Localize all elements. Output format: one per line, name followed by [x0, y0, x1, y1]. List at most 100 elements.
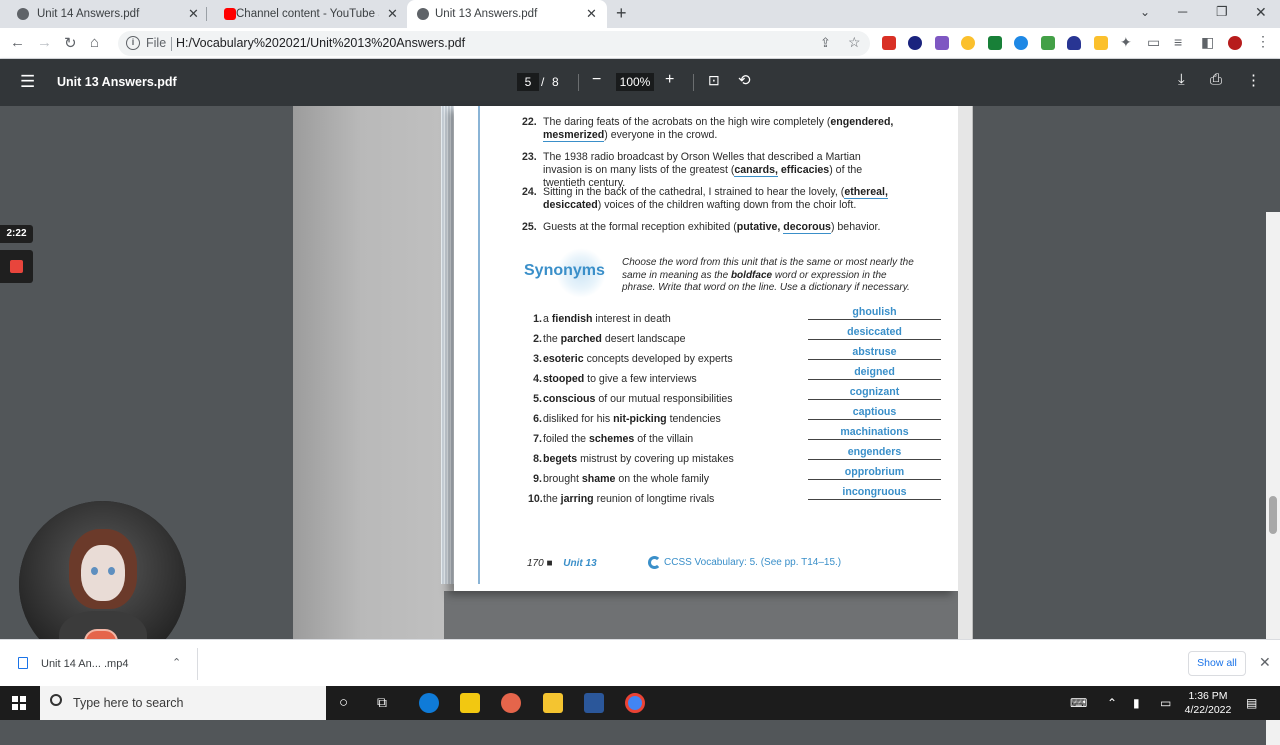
microphone-icon[interactable]: ▮ [1133, 696, 1140, 710]
synonym-number: 8. [533, 453, 542, 465]
keyboard-icon[interactable]: ⌨ [1070, 696, 1087, 710]
edge-icon[interactable] [419, 693, 439, 713]
notifications-icon[interactable]: ▤ [1246, 696, 1257, 710]
choice-2: desiccated [543, 199, 598, 211]
extension-grid-icon[interactable] [988, 36, 1002, 50]
extension-1-icon[interactable] [882, 36, 896, 50]
synonym-number: 2. [533, 333, 542, 345]
share-icon[interactable]: ⇪ [820, 35, 831, 51]
home-icon[interactable]: ⌂ [90, 34, 99, 51]
taskbar-clock[interactable]: 1:36 PM 4/22/2022 [1178, 689, 1238, 717]
show-all-button[interactable]: Show all [1188, 651, 1246, 676]
page-number-input[interactable]: 5 [517, 73, 539, 91]
download-icon[interactable]: ⤓ [1178, 71, 1185, 88]
cast-icon[interactable]: ▭ [1147, 34, 1160, 51]
synonym-phrase-post: reunion of longtime rivals [593, 493, 715, 505]
side-panel-icon[interactable]: ◧ [1201, 34, 1214, 51]
close-tab-icon[interactable]: ✕ [387, 6, 398, 22]
rotate-icon[interactable]: ⟲ [738, 71, 751, 89]
fit-page-icon[interactable]: ⊡ [708, 72, 720, 89]
choice-1: putative, [736, 221, 781, 233]
zoom-in-icon[interactable]: + [665, 71, 674, 89]
close-shelf-icon[interactable]: ✕ [1259, 654, 1271, 671]
extension-thumb-icon[interactable] [1094, 36, 1108, 50]
menu-kebab-icon[interactable]: ⋮ [1256, 33, 1270, 50]
synonym-answer: deigned [808, 366, 941, 380]
store-icon[interactable] [460, 693, 480, 713]
profile-avatar[interactable] [1228, 36, 1242, 50]
extensions-puzzle-icon[interactable]: ✦ [1120, 34, 1132, 51]
synonym-phrase-pre: the [543, 493, 561, 505]
clock-date: 4/22/2022 [1184, 704, 1232, 716]
zoom-out-icon[interactable]: − [592, 71, 601, 89]
reading-list-icon[interactable]: ≡ [1174, 34, 1182, 50]
tray-chevron-icon[interactable]: ⌃ [1107, 696, 1117, 710]
hamburger-menu-icon[interactable]: ☰ [20, 72, 35, 92]
synonym-bold-word: esoteric [543, 353, 584, 365]
tab-youtube-studio[interactable]: Channel content - YouTube Studio ✕ [207, 0, 407, 28]
forward-icon[interactable]: → [37, 34, 52, 51]
url-text[interactable]: H:/Vocabulary%202021/Unit%2013%20Answers… [176, 36, 465, 50]
address-bar[interactable]: i File H:/Vocabulary%202021/Unit%2013%20… [118, 31, 870, 56]
question-number: 24. [522, 186, 537, 198]
file-explorer-icon[interactable] [543, 693, 563, 713]
synonym-phrase-post: concepts developed by experts [583, 353, 733, 365]
back-icon[interactable]: ← [10, 34, 25, 51]
page-number: 170 [527, 558, 544, 569]
close-tab-icon[interactable]: ✕ [586, 6, 597, 22]
choice-1-correct: ethereal, [844, 186, 888, 199]
tab-title: Unit 13 Answers.pdf [435, 8, 538, 20]
scan-shadow [444, 591, 972, 639]
pdf-title: Unit 13 Answers.pdf [57, 75, 177, 89]
synonym-phrase-post: tendencies [666, 413, 721, 425]
new-tab-icon[interactable]: + [616, 3, 627, 24]
tab-search-chevron-icon[interactable]: ⌄ [1140, 5, 1150, 19]
extension-k-icon[interactable] [908, 36, 922, 50]
synonym-phrase-post: interest in death [592, 313, 671, 325]
extension-emoji-icon[interactable] [961, 36, 975, 50]
clock-time: 1:36 PM [1188, 690, 1228, 702]
chrome-icon[interactable] [625, 693, 645, 713]
bookmark-star-icon[interactable]: ☆ [848, 34, 861, 51]
stop-recording-button[interactable] [0, 250, 33, 283]
reload-icon[interactable]: ↻ [64, 34, 77, 52]
page-margin-line [478, 106, 480, 584]
choice-1-correct: canards, [734, 164, 778, 177]
extension-heart-icon[interactable] [935, 36, 949, 50]
extension-image-icon[interactable] [1041, 36, 1055, 50]
page-footer: 170 ■ Unit 13 [527, 558, 597, 569]
word-icon[interactable] [584, 693, 604, 713]
ccss-logo-icon [648, 556, 661, 569]
extension-circle-icon[interactable] [1014, 36, 1028, 50]
synonym-phrase-post: of the villain [634, 433, 694, 445]
task-view-icon[interactable]: ⧉ [377, 694, 387, 711]
toolbar-divider [693, 74, 694, 91]
scrollbar-thumb[interactable] [1269, 496, 1277, 534]
synonym-number: 7. [533, 433, 542, 445]
tab-unit-13[interactable]: Unit 13 Answers.pdf ✕ [407, 0, 607, 28]
tab-unit-14[interactable]: Unit 14 Answers.pdf ✕ [0, 0, 206, 28]
minimize-icon[interactable]: ─ [1178, 4, 1187, 19]
restore-icon[interactable]: ❐ [1216, 4, 1228, 20]
network-icon[interactable]: ▭ [1160, 696, 1171, 710]
more-actions-icon[interactable]: ⋮ [1246, 71, 1261, 89]
info-icon[interactable]: i [126, 36, 140, 50]
print-icon[interactable]: ⎙ [1210, 71, 1222, 88]
download-filename[interactable]: Unit 14 An... .mp4 [41, 658, 128, 670]
synonym-number: 9. [533, 473, 542, 485]
screencastify-icon[interactable] [501, 693, 521, 713]
extension-headphones-icon[interactable] [1067, 36, 1081, 50]
cortana-icon[interactable]: ○ [339, 694, 348, 711]
windows-start-icon[interactable] [12, 696, 26, 710]
synonym-phrase-post: of our mutual responsibilities [595, 393, 733, 405]
synonym-number: 6. [533, 413, 542, 425]
synonym-answer: engenders [808, 446, 941, 460]
chevron-up-icon[interactable]: ⌃ [172, 656, 181, 669]
taskbar-search-box[interactable]: Type here to search [40, 686, 326, 720]
tab-title: Channel content - YouTube Studio [236, 8, 379, 20]
synonym-phrase-post: to give a few interviews [584, 373, 697, 385]
zoom-input[interactable]: 100% [616, 73, 654, 91]
question-text: The daring feats of the acrobats on the … [543, 116, 831, 128]
close-window-icon[interactable]: ✕ [1255, 4, 1267, 21]
close-tab-icon[interactable]: ✕ [188, 6, 199, 22]
